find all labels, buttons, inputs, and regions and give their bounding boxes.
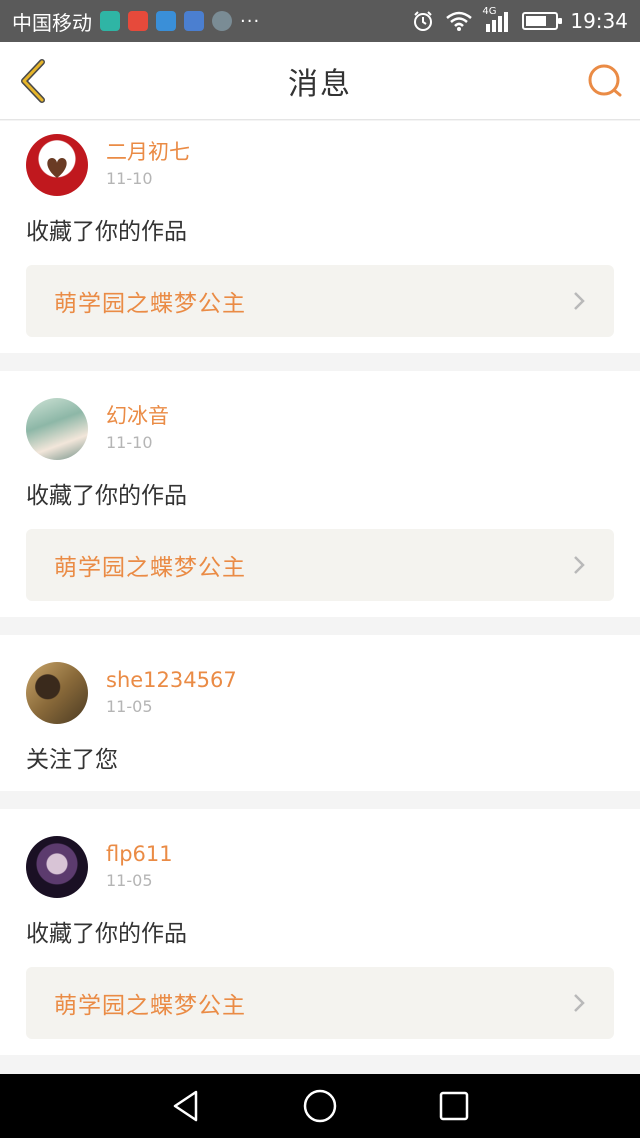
user-meta: 二月初七 11-10 [106, 138, 190, 192]
app-notification-icon [184, 11, 204, 31]
system-navigation-bar [0, 1074, 640, 1138]
message-date: 11-10 [106, 169, 153, 188]
alarm-icon [414, 11, 433, 31]
message-date: 11-10 [106, 433, 153, 452]
message-date: 11-05 [106, 697, 153, 716]
username-link[interactable]: 二月初七 [106, 138, 190, 166]
message-header: flp611 11-05 [26, 835, 614, 899]
page-title: 消息 [288, 66, 352, 102]
message-date: 11-05 [106, 871, 153, 890]
carrier-label: 中国移动 [12, 10, 92, 35]
work-link-button[interactable]: 萌学园之蝶梦公主 [26, 265, 614, 337]
avatar[interactable] [26, 398, 88, 460]
user-meta: she1234567 11-05 [106, 666, 237, 720]
search-icon [588, 64, 622, 97]
message-action: 收藏了你的作品 [26, 921, 187, 947]
message-action: 收藏了你的作品 [26, 483, 187, 509]
user-meta: 幻冰音 11-10 [106, 402, 169, 456]
app-notification-icon [156, 11, 176, 31]
status-bar: 中国移动 ··· 4G 19:34 [0, 0, 640, 42]
back-button[interactable] [16, 58, 52, 104]
search-button[interactable] [586, 62, 624, 100]
app-notification-icon [128, 11, 148, 31]
message-header: 二月初七 11-10 [26, 133, 614, 197]
username-link[interactable]: 幻冰音 [106, 402, 169, 430]
work-link-button[interactable]: 萌学园之蝶梦公主 [26, 529, 614, 601]
message-item: 幻冰音 11-10 收藏了你的作品 萌学园之蝶梦公主 [0, 371, 640, 617]
work-title: 萌学园之蝶梦公主 [54, 993, 246, 1019]
work-title: 萌学园之蝶梦公主 [54, 555, 246, 581]
back-chevron-icon [21, 59, 45, 103]
signal-group: 4G [482, 6, 510, 32]
status-right: 4G 19:34 [412, 6, 628, 33]
more-notifications-icon: ··· [240, 10, 261, 32]
circle-home-icon[interactable] [302, 1088, 338, 1124]
message-item: she1234567 11-05 关注了您 [0, 635, 640, 791]
chevron-right-icon [574, 292, 585, 310]
message-header: 幻冰音 11-10 [26, 397, 614, 461]
chevron-right-icon [574, 556, 585, 574]
chevron-right-icon [574, 994, 585, 1012]
avatar[interactable] [26, 662, 88, 724]
network-type-label: 4G [482, 6, 497, 17]
triangle-back-icon[interactable] [170, 1089, 202, 1123]
message-action: 收藏了你的作品 [26, 219, 187, 245]
status-left: 中国移动 ··· [12, 7, 260, 36]
avatar[interactable] [26, 836, 88, 898]
app-notification-icon [100, 11, 120, 31]
message-item: 二月初七 11-10 收藏了你的作品 萌学园之蝶梦公主 [0, 121, 640, 353]
wifi-icon [446, 11, 473, 31]
message-action: 关注了您 [26, 747, 118, 773]
app-notification-icon [212, 11, 232, 31]
message-header: she1234567 11-05 [26, 661, 614, 725]
username-link[interactable]: flp611 [106, 840, 173, 868]
battery-icon [522, 12, 563, 30]
clock: 19:34 [570, 9, 628, 33]
message-list: 二月初七 11-10 收藏了你的作品 萌学园之蝶梦公主 幻冰音 11-10 收藏… [0, 121, 640, 1073]
username-link[interactable]: she1234567 [106, 666, 237, 694]
message-item: flp611 11-05 收藏了你的作品 萌学园之蝶梦公主 [0, 809, 640, 1055]
avatar[interactable] [26, 134, 88, 196]
work-link-button[interactable]: 萌学园之蝶梦公主 [26, 967, 614, 1039]
square-recent-icon[interactable] [438, 1090, 470, 1122]
top-navigation-bar: 消息 [0, 42, 640, 120]
work-title: 萌学园之蝶梦公主 [54, 291, 246, 317]
user-meta: flp611 11-05 [106, 840, 173, 894]
heart-icon [47, 158, 67, 178]
